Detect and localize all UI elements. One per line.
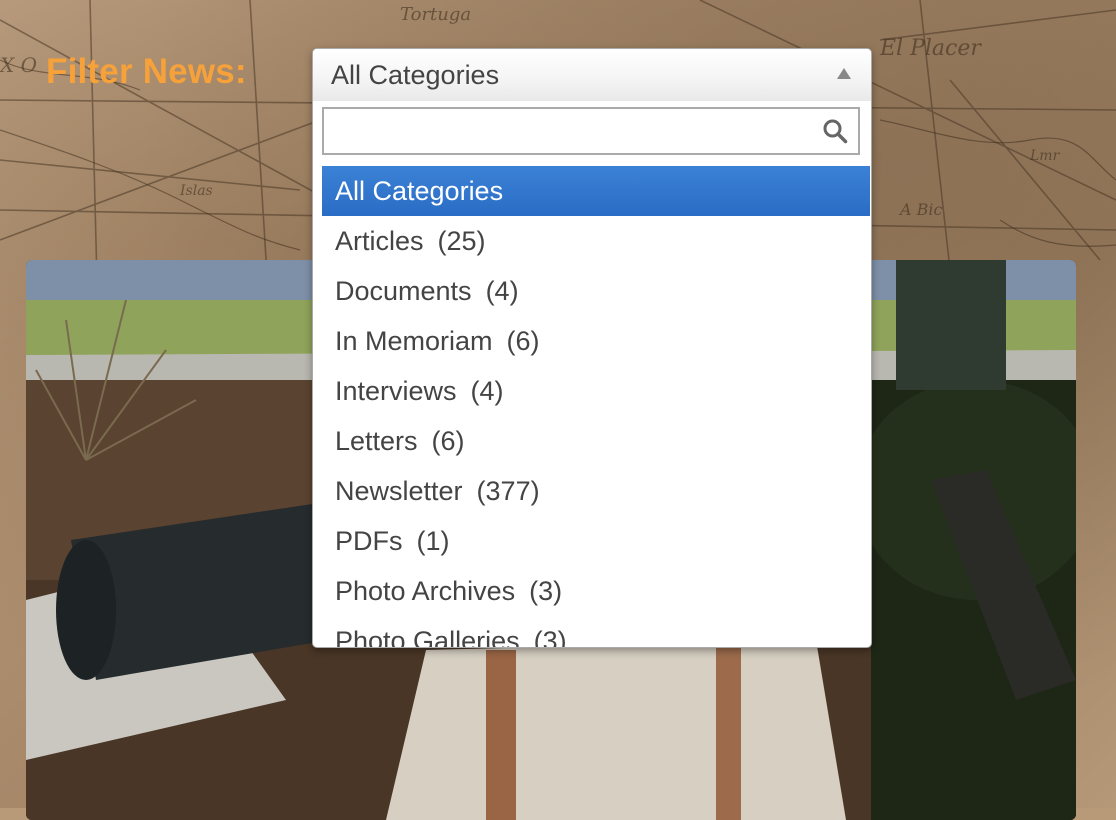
- option-pdfs[interactable]: PDFs (1): [322, 516, 870, 566]
- option-count: (6): [506, 326, 540, 356]
- option-label: Interviews: [335, 376, 457, 406]
- option-label: Documents: [335, 276, 472, 306]
- option-count: (25): [437, 226, 486, 256]
- option-count: (1): [416, 526, 450, 556]
- category-select-toggle[interactable]: All Categories: [313, 49, 871, 101]
- option-photo-galleries[interactable]: Photo Galleries (3): [322, 616, 870, 648]
- option-label: Photo Galleries: [335, 626, 520, 648]
- option-label: PDFs: [335, 526, 403, 556]
- option-count: (3): [529, 576, 563, 606]
- option-label: Letters: [335, 426, 418, 456]
- option-label: Photo Archives: [335, 576, 516, 606]
- category-search-input[interactable]: [324, 109, 824, 153]
- filter-news-label: Filter News:: [46, 52, 247, 91]
- option-all-categories[interactable]: All Categories: [322, 166, 870, 216]
- category-search-box[interactable]: [322, 107, 860, 155]
- option-newsletter[interactable]: Newsletter (377): [322, 466, 870, 516]
- option-label: All Categories: [335, 176, 504, 206]
- category-select[interactable]: All Categories All Categories Articles (2…: [312, 48, 872, 648]
- option-label: Articles: [335, 226, 424, 256]
- option-label: In Memoriam: [335, 326, 493, 356]
- option-count: (377): [476, 476, 540, 506]
- option-photo-archives[interactable]: Photo Archives (3): [322, 566, 870, 616]
- option-interviews[interactable]: Interviews (4): [322, 366, 870, 416]
- svg-text:El Placer: El Placer: [879, 36, 982, 61]
- option-in-memoriam[interactable]: In Memoriam (6): [322, 316, 870, 366]
- selected-category: All Categories: [331, 60, 500, 90]
- option-articles[interactable]: Articles (25): [322, 216, 870, 266]
- svg-text:Tortuga: Tortuga: [400, 4, 471, 25]
- search-icon[interactable]: [822, 118, 848, 144]
- option-count: (6): [431, 426, 465, 456]
- option-letters[interactable]: Letters (6): [322, 416, 870, 466]
- option-count: (4): [485, 276, 519, 306]
- svg-text:Islas: Islas: [179, 183, 213, 199]
- svg-text:A Bic: A Bic: [898, 200, 943, 219]
- chevron-up-icon[interactable]: [837, 68, 851, 79]
- category-options-list: All Categories Articles (25) Documents (4)…: [322, 166, 870, 648]
- option-documents[interactable]: Documents (4): [322, 266, 870, 316]
- option-label: Newsletter: [335, 476, 463, 506]
- option-count: (3): [533, 626, 567, 648]
- svg-text:X O: X O: [0, 53, 37, 77]
- option-count: (4): [470, 376, 504, 406]
- svg-text:Lmr: Lmr: [1029, 148, 1061, 164]
